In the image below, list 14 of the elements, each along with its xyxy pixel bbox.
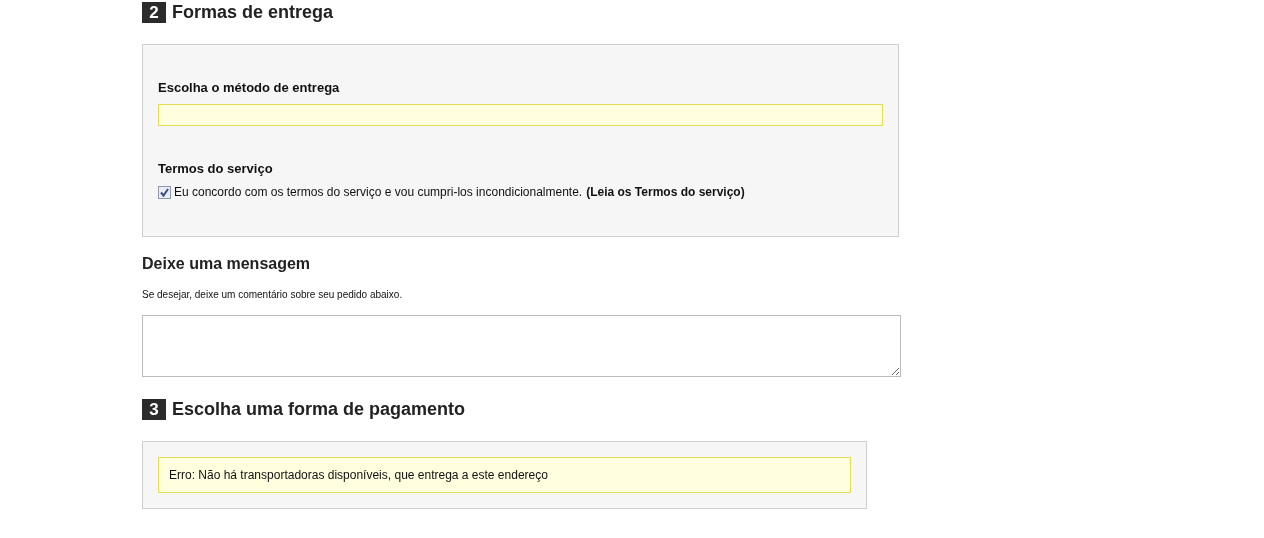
message-field[interactable] bbox=[142, 315, 901, 377]
terms-link[interactable]: (Leia os Termos do serviço) bbox=[586, 185, 745, 199]
error-message: Erro: Não há transportadoras disponíveis, que entrega a este endereço bbox=[158, 457, 851, 493]
field-label: Termos do serviço bbox=[158, 161, 274, 176]
section-title: Deixe uma mensagem bbox=[142, 255, 312, 273]
terms-text: Eu concordo com os termos do serviço e vou cumpri-los incondicionalmente. bbox=[174, 185, 583, 199]
section-title: Formas de entrega bbox=[172, 2, 334, 23]
step-number: 2 bbox=[142, 2, 166, 23]
section-title: Escolha uma forma de pagamento bbox=[172, 399, 466, 420]
field-label: Escolha o método de entrega bbox=[158, 80, 341, 95]
terms-checkbox[interactable] bbox=[158, 185, 171, 199]
shipping-method-field[interactable] bbox=[158, 104, 883, 126]
step-number: 3 bbox=[142, 399, 166, 420]
hint-text: Se desejar, deixe um comentário sobre seu pedido abaixo. bbox=[142, 289, 404, 300]
